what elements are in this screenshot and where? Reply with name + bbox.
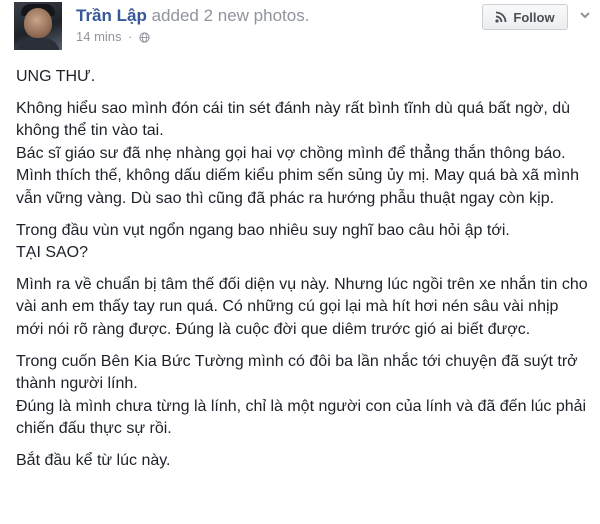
post-meta: 14 mins · xyxy=(76,29,150,44)
globe-icon[interactable] xyxy=(139,32,150,43)
author-name-link[interactable]: Trần Lập xyxy=(76,6,147,25)
rss-icon xyxy=(495,11,507,23)
post-paragraph: Bác sĩ giáo sư đã nhẹ nhàng gọi hai vợ c… xyxy=(16,144,579,207)
post-paragraph: Mình ra về chuẩn bị tâm thế đối diện vụ … xyxy=(16,276,588,338)
avatar-shirt xyxy=(16,38,60,50)
post-body: UNG THƯ. Không hiểu sao mình đón cái tin… xyxy=(16,66,590,472)
post-paragraph: Đúng là mình chưa từng là lính, chỉ là m… xyxy=(16,397,587,438)
post-paragraph: Trong cuốn Bên Kia Bức Tường mình có đôi… xyxy=(16,352,578,393)
meta-separator: · xyxy=(128,29,133,44)
post-action-text: added 2 new photos. xyxy=(151,6,310,25)
post-paragraph: TẠI SAO? xyxy=(16,244,89,262)
post-title: UNG THƯ. xyxy=(16,68,96,85)
post-paragraph: Trong đầu vùn vụt ngổn ngang bao nhiêu s… xyxy=(16,221,510,239)
post-timestamp[interactable]: 14 mins xyxy=(76,29,122,44)
follow-button[interactable]: Follow xyxy=(482,4,568,30)
post-header: Trần Lập added 2 new photos. xyxy=(76,6,309,26)
author-avatar[interactable] xyxy=(14,2,62,50)
facebook-post: Trần Lập added 2 new photos. 14 mins · F… xyxy=(0,0,600,524)
chevron-down-icon[interactable] xyxy=(578,8,592,22)
follow-label: Follow xyxy=(513,9,555,25)
post-paragraph: Bắt đầu kể từ lúc này. xyxy=(16,452,171,470)
avatar-face xyxy=(24,8,52,38)
post-paragraph: Không hiểu sao mình đón cái tin sét đánh… xyxy=(16,100,570,140)
